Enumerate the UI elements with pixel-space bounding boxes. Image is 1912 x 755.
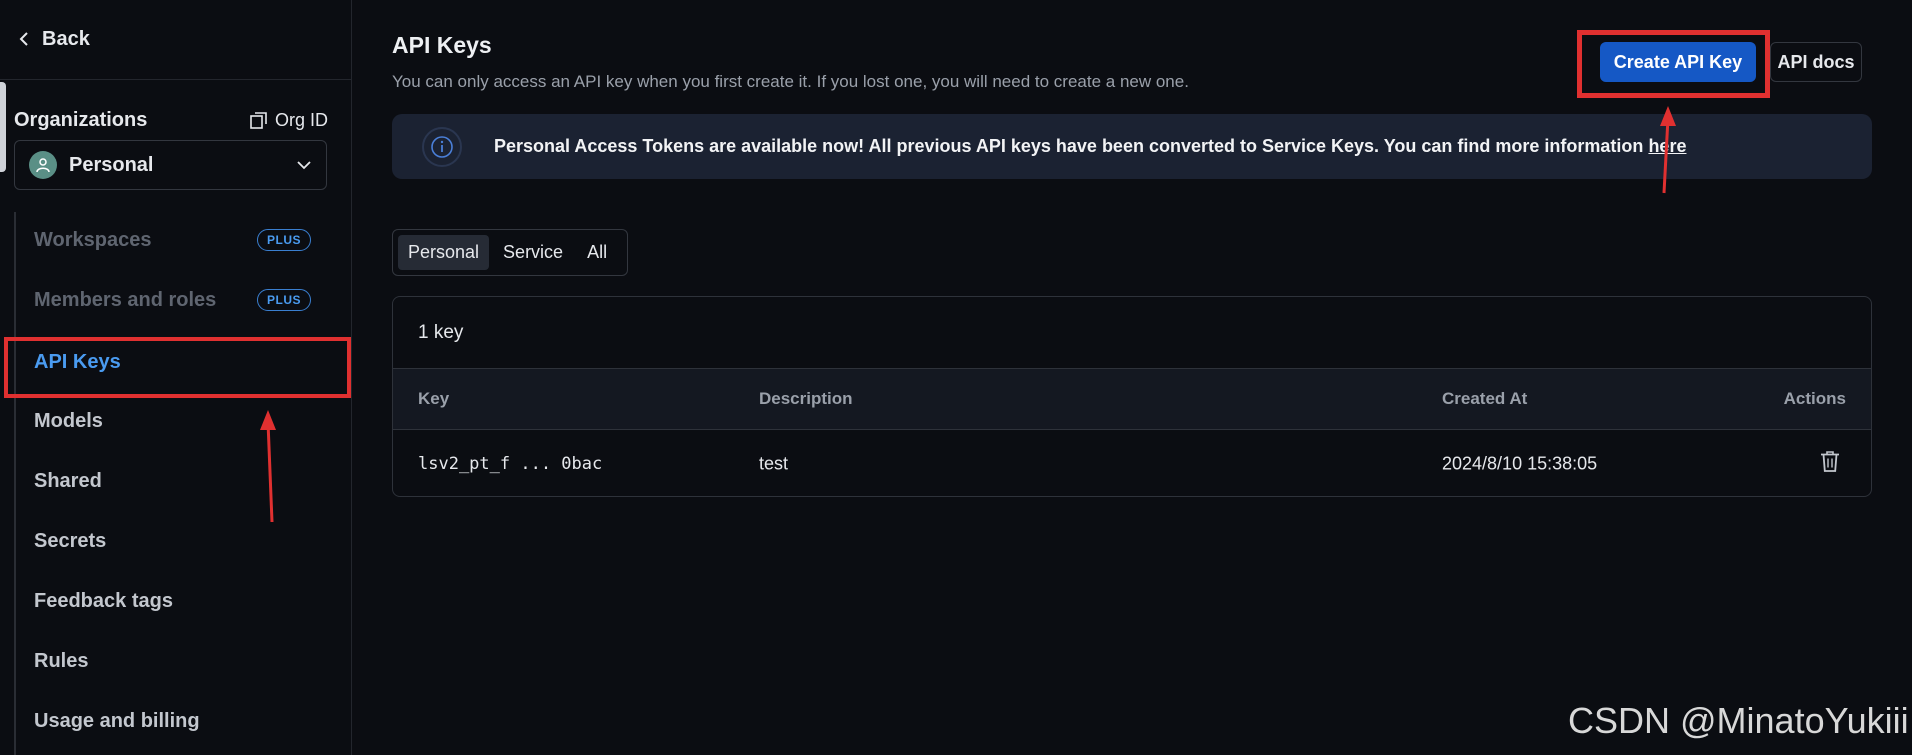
key-description: test [759,453,789,474]
sidebar-item-feedback-tags[interactable]: Feedback tags [34,581,324,621]
key-created-at: 2024/8/10 15:38:05 [1442,453,1598,474]
api-docs-button[interactable]: API docs [1770,42,1862,82]
column-header-description: Description [759,389,853,408]
org-header: Organizations Org ID [14,106,328,134]
sidebar-item-label: Shared [34,469,102,492]
org-id-label: Org ID [274,109,328,130]
chevron-left-icon [19,32,28,46]
sidebar-item-label: Members and roles [34,288,217,311]
table-header: Key Description Created At Actions [393,369,1871,430]
key-value: lsv2_pt_f ... 0bac [418,454,603,474]
trash-icon [1821,451,1839,472]
org-selector[interactable]: Personal [14,140,327,190]
annotation-box-api-keys [4,337,351,398]
back-button[interactable]: Back [18,24,90,54]
back-label: Back [42,27,90,50]
org-selected-name: Personal [69,153,154,176]
key-type-tabs: Personal Service All [392,229,628,276]
sidebar-item-usage-and-billing[interactable]: Usage and billing [34,701,324,741]
delete-key-button[interactable] [1820,451,1840,478]
tab-service[interactable]: Service [493,235,573,270]
copy-org-id-button[interactable]: Org ID [250,110,328,131]
watermark: CSDN @MinatoYukiii [1568,700,1909,741]
page-subtitle: You can only access an API key when you … [392,72,1189,91]
column-header-key: Key [418,389,450,408]
sidebar-item-label: Models [34,409,103,432]
copy-icon [250,111,267,129]
table-row: lsv2_pt_f ... 0bac test 2024/8/10 15:38:… [393,430,1871,496]
sidebar-item-label: Rules [34,649,89,672]
page-title: API Keys [392,32,492,58]
sidebar-resize-handle[interactable] [0,82,6,172]
api-keys-table: 1 key Key Description Created At Actions… [392,296,1872,497]
annotation-box-create-key [1577,30,1770,98]
sidebar-item-models[interactable]: Models [34,401,324,441]
banner-here-link[interactable]: here [1648,136,1686,156]
column-header-created-at: Created At [1442,389,1528,408]
sidebar-item-shared[interactable]: Shared [34,461,324,501]
info-banner: Personal Access Tokens are available now… [392,114,1872,179]
nav-rail [14,212,16,755]
sidebar-item-secrets[interactable]: Secrets [34,521,324,561]
tab-personal[interactable]: Personal [398,235,490,270]
sidebar-item-workspaces[interactable]: Workspaces PLUS [34,220,324,260]
sidebar-item-label: Usage and billing [34,709,200,732]
avatar [29,151,57,179]
sidebar-item-label: Secrets [34,529,107,552]
org-title: Organizations [14,108,148,131]
plus-badge: PLUS [256,229,311,251]
banner-message: Personal Access Tokens are available now… [494,136,1686,157]
sidebar-item-label: Workspaces [34,228,152,251]
sidebar-divider [0,79,351,80]
banner-text: Personal Access Tokens are available now… [494,136,1644,156]
tab-all[interactable]: All [577,235,617,270]
chevron-down-icon [297,161,311,170]
column-header-actions: Actions [1783,389,1846,408]
sidebar-item-members-and-roles[interactable]: Members and roles PLUS [34,280,324,320]
info-icon [422,126,462,167]
plus-badge: PLUS [256,289,311,311]
sidebar-item-label: Feedback tags [34,589,173,612]
user-icon [36,158,50,173]
sidebar-item-rules[interactable]: Rules [34,641,324,681]
key-count: 1 key [393,297,1871,369]
